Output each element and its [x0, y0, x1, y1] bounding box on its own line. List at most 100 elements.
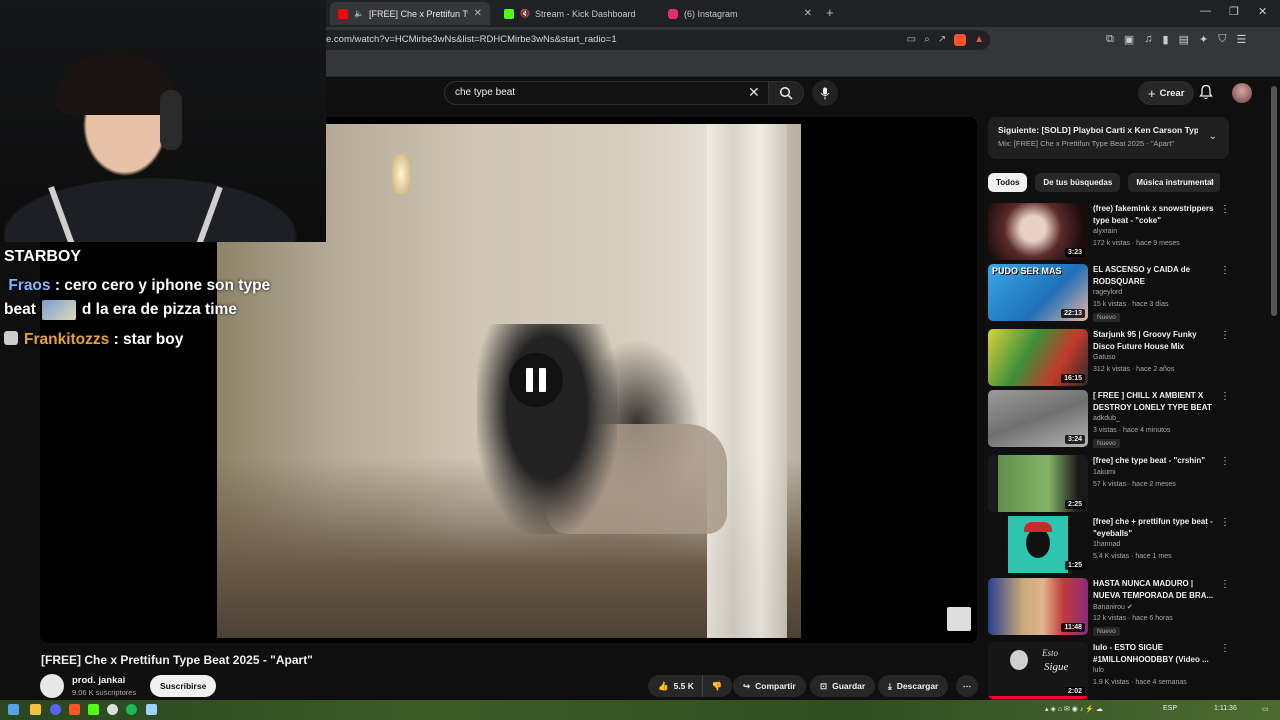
recommendation-channel[interactable]: lulo — [1093, 667, 1104, 674]
search-button[interactable] — [768, 81, 804, 105]
discord-icon[interactable] — [50, 704, 61, 715]
kick-icon[interactable] — [88, 704, 99, 715]
app-icon[interactable] — [146, 704, 157, 715]
recommendation-title[interactable]: [free] che + prettifun type beat - "eyeb… — [1093, 516, 1215, 540]
video-thumbnail[interactable]: 11:48 — [988, 578, 1088, 635]
close-tab-icon[interactable]: ✕ — [468, 8, 482, 19]
cast-icon[interactable]: ▭ — [907, 30, 916, 50]
brave-shields-icon[interactable] — [954, 34, 967, 46]
recommendation-title[interactable]: HASTA NUNCA MADURO | NUEVA TEMPORADA DE … — [1093, 578, 1215, 602]
recommendation-channel[interactable]: adkdub_ — [1093, 415, 1120, 422]
tab-kick[interactable]: 🔇 Stream - Kick Dashboard — [496, 2, 656, 25]
recommendation-title[interactable]: lulo - ESTO SIGUE #1MILLONHOODBBY (Video… — [1093, 642, 1215, 666]
subscribe-button[interactable]: Suscribirse — [150, 675, 217, 697]
like-button[interactable]: 👍 5.5 K — [648, 675, 702, 697]
video-thumbnail[interactable]: 1:25 — [988, 516, 1088, 573]
music-icon[interactable]: ♫ — [1144, 33, 1152, 46]
brave-icon[interactable] — [69, 704, 80, 715]
recommendation-channel[interactable]: Bananirou ✔ — [1093, 603, 1133, 611]
voice-search-button[interactable] — [812, 80, 838, 106]
sidebar-icon[interactable]: ▮ — [1163, 33, 1169, 46]
more-vert-icon[interactable]: ⋮ — [1220, 391, 1230, 402]
vpn-icon[interactable]: ⛉ — [1218, 33, 1226, 46]
recommendation-item[interactable]: 3:24 [ FREE ] CHILL X AMBIENT X DESTROY … — [988, 390, 1233, 448]
obs-icon[interactable] — [107, 704, 118, 715]
video-thumbnail[interactable]: 3:23 — [988, 203, 1088, 260]
recommendation-item[interactable]: 2:25 [free] che type beat - "crshin" 1ak… — [988, 455, 1233, 513]
chip-all[interactable]: Todos — [988, 173, 1028, 192]
scrollbar-thumb[interactable] — [1271, 86, 1277, 316]
more-vert-icon[interactable]: ⋮ — [1220, 579, 1230, 590]
speaker-icon[interactable]: 🔈 — [354, 9, 364, 18]
video-thumbnail[interactable]: 2:25 — [988, 455, 1088, 512]
recommendation-title[interactable]: EL ASCENSO y CAIDA de RODSQUARE — [1093, 264, 1215, 288]
channel-name[interactable]: prod. jankai — [72, 675, 125, 686]
channel-watermark[interactable] — [947, 607, 971, 631]
more-vert-icon[interactable]: ⋮ — [1220, 456, 1230, 467]
notifications-tray-icon[interactable]: ▭ — [1262, 705, 1269, 713]
chip-searches[interactable]: De tus búsquedas — [1035, 173, 1121, 192]
recommendation-item[interactable]: 11:48 HASTA NUNCA MADURO | NUEVA TEMPORA… — [988, 578, 1233, 636]
video-thumbnail[interactable]: Esto Sigue 2:02 — [988, 642, 1088, 699]
recommendation-channel[interactable]: rageylord — [1093, 289, 1122, 296]
share-button[interactable]: ↪ Compartir — [733, 675, 806, 697]
more-vert-icon[interactable]: ⋮ — [1220, 330, 1230, 341]
minimize-icon[interactable]: — — [1200, 5, 1211, 17]
video-thumbnail[interactable]: 3:24 — [988, 390, 1088, 447]
search-input[interactable]: che type beat — [444, 81, 773, 105]
language-indicator[interactable]: ESP — [1163, 705, 1177, 712]
save-button[interactable]: ⊡ Guardar — [810, 675, 876, 697]
muted-speaker-icon[interactable]: 🔇 — [520, 9, 530, 18]
download-button[interactable]: ⤓ Descargar — [878, 675, 949, 697]
restore-icon[interactable]: ❐ — [1229, 5, 1239, 18]
more-vert-icon[interactable]: ⋮ — [1220, 204, 1230, 215]
page-scrollbar[interactable] — [1271, 80, 1277, 695]
chip-instrumental[interactable]: Música instrumental — [1128, 173, 1220, 192]
screenshot-icon[interactable]: ▣ — [1124, 33, 1134, 46]
recommendation-title[interactable]: [ FREE ] CHILL X AMBIENT X DESTROY LONEL… — [1093, 390, 1215, 414]
recommendation-item[interactable]: 3:23 (free) fakemink x snowstrippers typ… — [988, 203, 1233, 261]
pause-button[interactable] — [509, 353, 563, 407]
recommendation-title[interactable]: Starjunk 95 | Groovy Funky Disco Future … — [1093, 329, 1215, 353]
tab-instagram[interactable]: (6) Instagram ✕ — [660, 2, 820, 25]
chevron-right-icon[interactable]: › — [1210, 176, 1214, 188]
recommendation-channel[interactable]: 1hannad — [1093, 541, 1120, 548]
spotify-icon[interactable] — [126, 704, 137, 715]
recommendation-channel[interactable]: 1akumi — [1093, 469, 1116, 476]
clear-search-icon[interactable]: ✕ — [748, 84, 760, 101]
recommendation-channel[interactable]: Gatuso — [1093, 354, 1116, 361]
windows-start-icon[interactable] — [8, 704, 19, 715]
close-tab-icon[interactable]: ✕ — [798, 8, 812, 19]
extensions-icon[interactable]: ⧉ — [1106, 33, 1114, 46]
create-button[interactable]: + Crear — [1138, 81, 1195, 105]
video-thumbnail[interactable]: 16:15 — [988, 329, 1088, 386]
more-vert-icon[interactable]: ⋮ — [1220, 265, 1230, 276]
recommendation-title[interactable]: [free] che type beat - "crshin" — [1093, 455, 1215, 467]
video-thumbnail[interactable]: PUDO SER MAS 22:13 — [988, 264, 1088, 321]
recommendation-item[interactable]: 1:25 [free] che + prettifun type beat - … — [988, 516, 1233, 574]
up-next-panel[interactable]: Siguiente: [SOLD] Playboi Carti x Ken Ca… — [988, 117, 1229, 159]
channel-avatar[interactable] — [40, 674, 64, 698]
url-field[interactable]: e.com/watch?v=HCMirbe3wNs&list=RDHCMirbe… — [300, 30, 990, 50]
recommendation-item[interactable]: PUDO SER MAS 22:13 EL ASCENSO y CAIDA de… — [988, 264, 1233, 322]
brave-rewards-icon[interactable]: ▲ — [974, 30, 984, 50]
menu-icon[interactable]: ☰ — [1236, 33, 1246, 46]
recommendation-item[interactable]: 16:15 Starjunk 95 | Groovy Funky Disco F… — [988, 329, 1233, 387]
new-tab-icon[interactable]: + — [826, 5, 834, 20]
tab-youtube[interactable]: 🔈 [FREE] Che x Prettifun Type Be ✕ — [330, 2, 490, 25]
wallet-icon[interactable]: ▤ — [1179, 33, 1189, 46]
dislike-button[interactable]: 👎 — [701, 675, 732, 697]
clock[interactable]: 1:11:36 — [1214, 705, 1237, 712]
more-vert-icon[interactable]: ⋮ — [1220, 643, 1230, 654]
ai-icon[interactable]: ✦ — [1199, 33, 1208, 46]
more-actions-button[interactable]: ⋯ — [956, 675, 978, 697]
notifications-icon[interactable] — [1199, 84, 1213, 100]
more-vert-icon[interactable]: ⋮ — [1220, 517, 1230, 528]
recommendation-title[interactable]: (free) fakemink x snowstrippers type bea… — [1093, 203, 1215, 227]
close-window-icon[interactable]: ✕ — [1258, 5, 1267, 18]
account-avatar[interactable] — [1232, 83, 1252, 103]
share-icon[interactable]: ↗ — [938, 30, 946, 50]
file-explorer-icon[interactable] — [30, 704, 41, 715]
zoom-icon[interactable]: ⌕ — [924, 30, 930, 50]
recommendation-item[interactable]: Esto Sigue 2:02 lulo - ESTO SIGUE #1MILL… — [988, 642, 1233, 700]
